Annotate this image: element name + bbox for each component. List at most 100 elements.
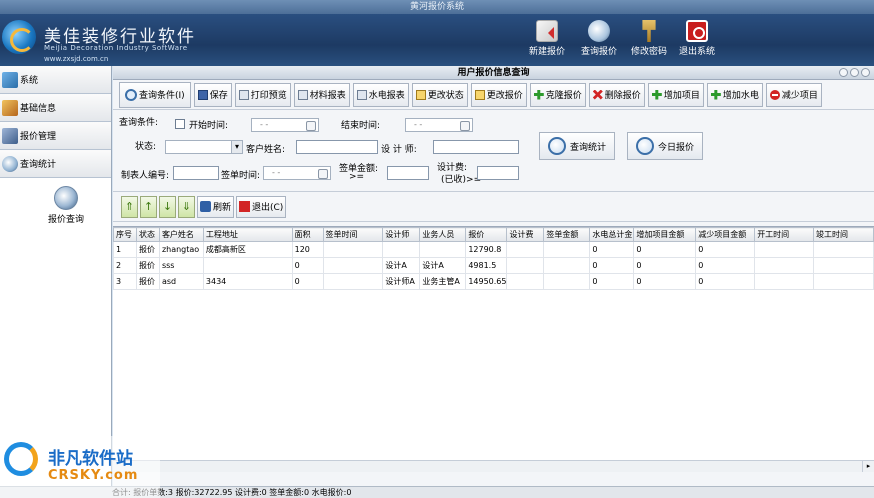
refresh-button[interactable]: 刷新 [197, 195, 235, 218]
table-cell: 报价 [135, 273, 160, 290]
design-fee-input[interactable] [477, 166, 519, 180]
query-conditions-button[interactable]: 查询条件(I) [119, 81, 191, 108]
designer-input[interactable] [433, 140, 519, 154]
table-cell [813, 257, 874, 274]
table-cell [202, 257, 293, 274]
sidebar-sub-quote-search[interactable]: 报价查询 [40, 186, 92, 225]
quote-table: 序号 状态 客户姓名 工程地址 面积 签单时间 设计师 业务人员 报价 设计费 签单金额 水电总计金增… [113, 226, 874, 472]
table-cell: 0 [633, 273, 697, 290]
today-quotes-button[interactable]: 今日报价 [627, 132, 703, 160]
table-cell: 2 [113, 257, 137, 274]
print-preview-button[interactable]: 打印预览 [234, 82, 291, 107]
main-panel: 用户报价信息查询 查询条件(I) 保存 打印预览 材料报表 水电报表 更改状态 … [113, 66, 874, 486]
sign-time-picker[interactable]: - - [263, 166, 331, 180]
column-header[interactable]: 水电总计金 [589, 227, 635, 242]
watermark-name: 非凡软件站 [48, 449, 133, 469]
add-plumbing-button[interactable]: 增加水电 [706, 82, 763, 107]
column-header[interactable]: 报价 [465, 227, 508, 242]
sidebar: 系统 基础信息 报价管理 查询统计 报价查询 [0, 66, 112, 486]
down-icon: ↓ [162, 200, 173, 213]
start-time-picker[interactable]: - - [251, 118, 319, 132]
sidebar-item-label: 报价管理 [20, 132, 57, 142]
material-report-button[interactable]: 材料报表 [293, 82, 350, 107]
brand-url: www.zxsjd.com.cn [44, 55, 109, 63]
exit-button[interactable]: 退出(C) [236, 195, 287, 218]
table-row[interactable]: 2 报价 sss 0 设计A 设计A 4981.5 0 0 0 [113, 257, 874, 274]
plumbing-report-button[interactable]: 水电报表 [352, 82, 409, 107]
change-status-button[interactable]: 更改状态 [411, 82, 468, 107]
clone-quote-button[interactable]: 克隆报价 [529, 82, 586, 107]
sidebar-item-system[interactable]: 系统 [0, 66, 111, 94]
column-header[interactable]: 竣工时间 [813, 227, 874, 242]
customer-name-input[interactable] [296, 140, 378, 154]
sign-amount-input[interactable] [387, 166, 429, 180]
table-cell: 0 [589, 257, 635, 274]
reduce-item-button[interactable]: 减少项目 [765, 82, 822, 107]
column-header[interactable]: 开工时间 [754, 227, 815, 242]
quote-manage-icon [2, 127, 18, 144]
next-record-button[interactable]: ↓ [159, 195, 176, 218]
table-cell: 设计A [382, 257, 421, 274]
table-cell [322, 273, 384, 290]
minus-icon [769, 89, 780, 100]
first-record-button[interactable]: ⇑ [121, 195, 138, 218]
prev-record-button[interactable]: ↑ [140, 195, 157, 218]
column-header[interactable]: 签单金额 [543, 227, 591, 242]
add-item-button[interactable]: 增加项目 [647, 82, 704, 107]
table-cell: 0 [291, 273, 324, 290]
close-icon[interactable] [861, 68, 870, 77]
edit-icon [474, 89, 485, 100]
status-select[interactable] [165, 140, 243, 154]
print-icon [238, 89, 249, 100]
plus-icon [710, 89, 721, 100]
exit-system-button[interactable]: 退出系统 [672, 18, 722, 64]
column-header[interactable]: 设计师 [382, 227, 421, 242]
button-label: 更改状态 [427, 91, 464, 101]
change-password-label: 修改密码 [630, 47, 667, 57]
last-record-button[interactable]: ⇓ [178, 195, 195, 218]
column-header[interactable]: 客户姓名 [158, 227, 204, 242]
up-icon: ↑ [143, 200, 154, 213]
minimize-icon[interactable] [839, 68, 848, 77]
column-header[interactable]: 减少项目金额 [695, 227, 756, 242]
filter-area: 查询条件: 开始时间: - - 结束时间: - - 状态: 客户姓名: 设 计 … [113, 110, 874, 192]
table-cell [543, 241, 591, 258]
column-header[interactable]: 设计费 [506, 227, 545, 242]
button-label: 保存 [209, 91, 228, 101]
refresh-icon [200, 201, 211, 212]
save-button[interactable]: 保存 [193, 82, 232, 107]
column-header[interactable]: 状态 [135, 227, 160, 242]
sidebar-item-stats[interactable]: 查询统计 [0, 150, 111, 178]
column-header[interactable]: 业务人员 [419, 227, 467, 242]
table-cell [506, 273, 545, 290]
column-header[interactable]: 工程地址 [202, 227, 293, 242]
new-quote-label: 新建报价 [528, 47, 565, 57]
delete-quote-button[interactable]: 删除报价 [588, 82, 645, 107]
table-row[interactable]: 3 报价 asd 3434 0 设计师A 业务主管A 14950.65 0 0 0 [113, 273, 874, 290]
quote-search-icon [54, 186, 78, 210]
start-time-checkbox[interactable] [175, 119, 185, 129]
column-header[interactable]: 签单时间 [322, 227, 384, 242]
table-row[interactable]: 1 报价 zhangtao 成都高新区 120 12790.8 0 0 0 [113, 241, 874, 258]
query-quote-button[interactable]: 查询报价 [574, 18, 624, 64]
change-password-button[interactable]: 修改密码 [624, 18, 674, 64]
scroll-right-icon[interactable]: ▸ [862, 461, 874, 472]
table-cell: 0 [695, 273, 756, 290]
change-quote-button[interactable]: 更改报价 [470, 82, 527, 107]
sign-time-label: 签单时间: [221, 171, 261, 181]
query-quote-label: 查询报价 [580, 47, 617, 57]
maker-id-input[interactable] [173, 166, 219, 180]
query-stats-button[interactable]: 查询统计 [539, 132, 615, 160]
new-quote-button[interactable]: 新建报价 [522, 18, 572, 64]
column-header[interactable]: 增加项目金额 [633, 227, 697, 242]
table-cell: 1 [113, 241, 137, 258]
end-time-picker[interactable]: - - [405, 118, 473, 132]
sidebar-item-quote-manage[interactable]: 报价管理 [0, 122, 111, 150]
column-header[interactable]: 序号 [113, 227, 137, 242]
table-cell: 4981.5 [465, 257, 508, 274]
table-cell [322, 257, 384, 274]
horizontal-scrollbar[interactable]: ▸ [113, 460, 874, 472]
column-header[interactable]: 面积 [291, 227, 324, 242]
maximize-icon[interactable] [850, 68, 859, 77]
sidebar-item-basic-info[interactable]: 基础信息 [0, 94, 111, 122]
